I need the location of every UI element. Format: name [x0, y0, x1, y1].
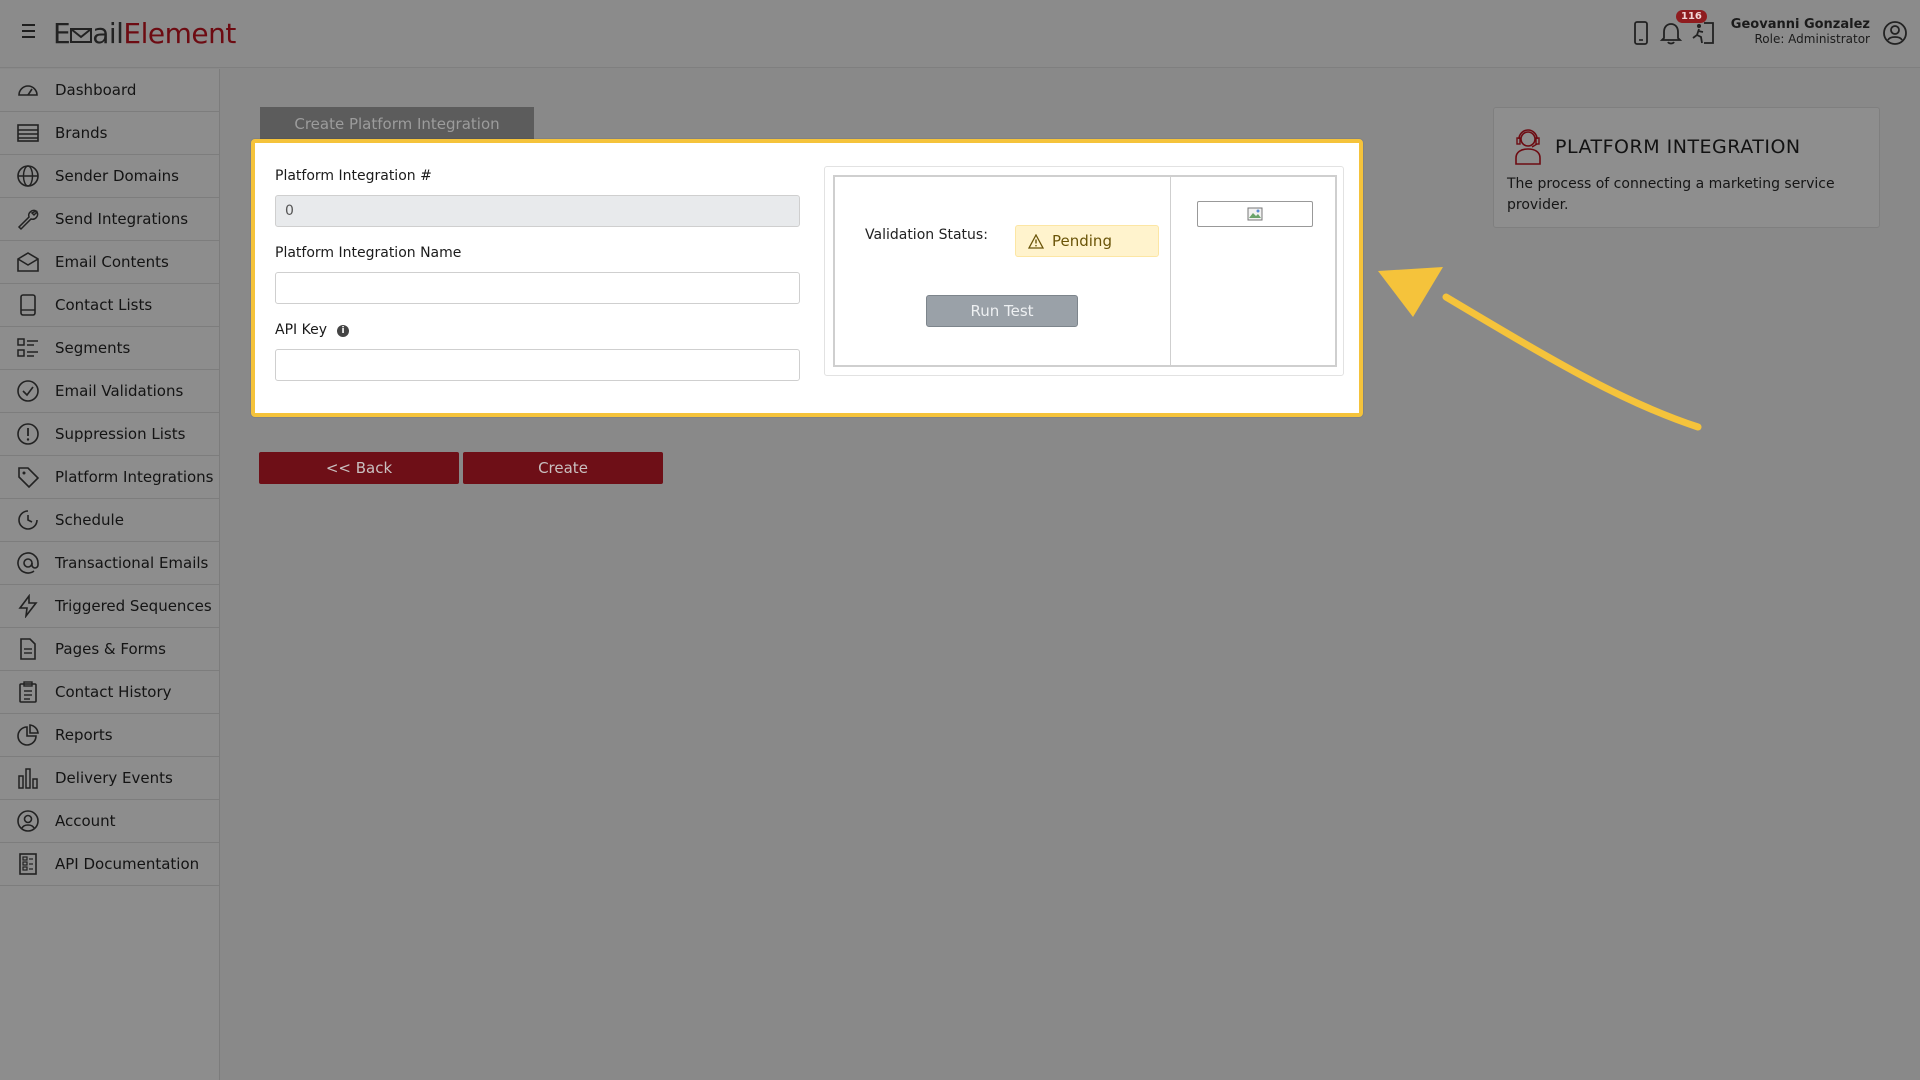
info-card-text: The process of connecting a marketing se… [1507, 176, 1835, 213]
platform-integration-number-field: 0 [275, 195, 800, 227]
sidebar-item-schedule[interactable]: Schedule [0, 499, 219, 542]
wrench-icon [14, 207, 42, 231]
sidebar-item-send-integrations[interactable]: Send Integrations [0, 198, 219, 241]
image-preview-box [1170, 175, 1337, 367]
sidebar-item-label: Sender Domains [55, 167, 179, 185]
at-icon [14, 551, 42, 575]
sidebar-item-label: API Documentation [55, 855, 200, 873]
sidebar-item-contact-lists[interactable]: Contact Lists [0, 284, 219, 327]
sidebar-item-transactional-emails[interactable]: Transactional Emails [0, 542, 219, 585]
sidebar-item-label: Account [55, 812, 116, 830]
book-icon [14, 293, 42, 317]
sidebar-item-dashboard[interactable]: Dashboard [0, 69, 219, 112]
sidebar-item-email-validations[interactable]: Email Validations [0, 370, 219, 413]
check-circle-icon [14, 379, 42, 403]
sidebar-item-label: Contact Lists [55, 296, 153, 314]
sidebar-item-account[interactable]: Account [0, 800, 219, 843]
api-key-label: API Key [275, 322, 327, 338]
lightning-icon [14, 594, 42, 618]
sidebar-item-label: Brands [55, 124, 108, 142]
validation-status-label: Validation Status: [865, 227, 988, 243]
sidebar-item-label: Segments [55, 339, 131, 357]
sidebar-item-label: Email Contents [55, 253, 169, 271]
sidebar-item-brands[interactable]: Brands [0, 112, 219, 155]
user-name: Geovanni Gonzalez [1730, 17, 1870, 32]
sidebar-item-sender-domains[interactable]: Sender Domains [0, 155, 219, 198]
api-doc-icon [14, 852, 42, 876]
platform-integration-number-label: Platform Integration # [275, 168, 432, 184]
app-logo[interactable]: EailElement [53, 17, 236, 50]
bell-icon[interactable] [1658, 20, 1684, 46]
sidebar-item-label: Contact History [55, 683, 172, 701]
sidebar-item-pages-forms[interactable]: Pages & Forms [0, 628, 219, 671]
clock-icon [14, 508, 42, 532]
sidebar-item-label: Email Validations [55, 382, 184, 400]
api-key-input[interactable] [275, 349, 800, 381]
validation-status-box: Validation Status: Pending Run Test [833, 175, 1171, 367]
sidebar-item-label: Dashboard [55, 81, 137, 99]
info-card-title: PLATFORM INTEGRATION [1555, 136, 1801, 158]
form-panel: Platform Integration # 0 Platform Integr… [251, 139, 1363, 417]
sidebar-item-label: Schedule [55, 511, 124, 529]
sidebar-item-label: Pages & Forms [55, 640, 166, 658]
sidebar-item-delivery-events[interactable]: Delivery Events [0, 757, 219, 800]
clipboard-icon [14, 680, 42, 704]
logout-icon[interactable] [1690, 20, 1716, 46]
sidebar-item-platform-integrations[interactable]: Platform Integrations [0, 456, 219, 499]
pie-chart-icon [14, 723, 42, 747]
support-agent-icon [1512, 126, 1544, 170]
envelope-logo-icon [70, 19, 93, 43]
bar-chart-icon [14, 766, 42, 790]
annotation-arrow-icon [1378, 267, 1702, 431]
user-circle-icon [14, 809, 42, 833]
brands-icon [14, 121, 42, 145]
list-icon [14, 336, 42, 360]
info-icon[interactable]: i [336, 325, 349, 337]
sidebar-item-suppression-lists[interactable]: Suppression Lists [0, 413, 219, 456]
warning-icon [1028, 233, 1044, 249]
top-header: EailElement 116 Geovanni Gonzalez Role: … [0, 0, 1920, 68]
sidebar-item-triggered-sequences[interactable]: Triggered Sequences [0, 585, 219, 628]
run-test-button[interactable]: Run Test [926, 295, 1078, 327]
platform-integration-name-label: Platform Integration Name [275, 245, 462, 261]
user-avatar-icon[interactable] [1882, 20, 1908, 46]
envelope-icon [14, 250, 42, 274]
validation-section: Validation Status: Pending Run Test [824, 166, 1344, 376]
sidebar-item-label: Triggered Sequences [55, 597, 212, 615]
sidebar-item-label: Delivery Events [55, 769, 173, 787]
mobile-phone-icon[interactable] [1628, 20, 1654, 46]
dashboard-icon [14, 78, 42, 102]
sidebar-item-label: Send Integrations [55, 210, 189, 228]
sidebar-item-contact-history[interactable]: Contact History [0, 671, 219, 714]
api-key-label-row: API Key i [275, 322, 349, 338]
document-icon [14, 637, 42, 661]
sidebar-item-label: Platform Integrations [55, 468, 214, 486]
broken-image-icon [1247, 207, 1263, 221]
sidebar-item-label: Reports [55, 726, 113, 744]
status-badge: Pending [1015, 225, 1159, 257]
sidebar-item-api-documentation[interactable]: API Documentation [0, 843, 219, 886]
sidebar-item-reports[interactable]: Reports [0, 714, 219, 757]
platform-integration-name-input[interactable] [275, 272, 800, 304]
create-button[interactable]: Create [463, 452, 663, 484]
broken-image-placeholder [1197, 201, 1313, 227]
sidebar-nav: Dashboard Brands Sender Domains Send Int… [0, 69, 220, 1080]
back-button[interactable]: << Back [259, 452, 459, 484]
status-text: Pending [1052, 232, 1112, 250]
sidebar-item-segments[interactable]: Segments [0, 327, 219, 370]
sidebar-item-label: Transactional Emails [55, 554, 209, 572]
globe-icon [14, 164, 42, 188]
exclamation-circle-icon [14, 422, 42, 446]
info-card: PLATFORM INTEGRATION The process of conn… [1493, 107, 1880, 228]
tag-icon [14, 465, 42, 489]
sidebar-item-label: Suppression Lists [55, 425, 186, 443]
user-role: Role: Administrator [1754, 32, 1870, 46]
sidebar-item-email-contents[interactable]: Email Contents [0, 241, 219, 284]
hamburger-menu-icon[interactable] [22, 24, 40, 42]
